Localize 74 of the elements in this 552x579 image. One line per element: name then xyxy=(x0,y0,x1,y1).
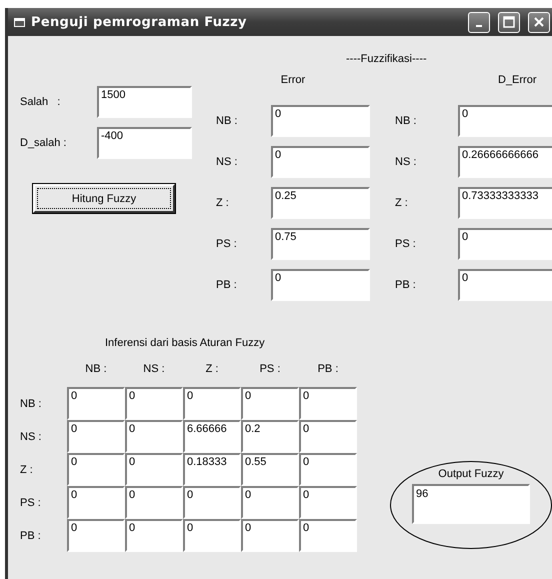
row-label: NS : xyxy=(216,156,238,168)
value-field[interactable]: 0 xyxy=(458,269,552,301)
rule-field[interactable]: 0 xyxy=(125,453,183,486)
rule-field[interactable]: 0 xyxy=(67,486,125,519)
rule-field[interactable]: 0 xyxy=(299,453,357,486)
rule-field[interactable]: 0.18333 xyxy=(183,453,241,486)
close-icon xyxy=(533,16,545,28)
value-field[interactable]: 0 xyxy=(458,228,552,260)
rule-field[interactable]: 0 xyxy=(125,387,183,420)
row-label: Z : xyxy=(216,197,230,209)
section-title: Inferensi dari basis Aturan Fuzzy xyxy=(104,337,266,349)
window-icon xyxy=(14,18,25,26)
row-label: PS : xyxy=(394,238,417,250)
output-label: Output Fuzzy xyxy=(438,468,504,480)
rule-field[interactable]: 0 xyxy=(299,387,357,420)
column-heading: NS : xyxy=(142,363,166,377)
value-field[interactable]: 0.25 xyxy=(271,187,370,219)
column-heading: Z : xyxy=(204,363,220,377)
value-field[interactable]: 0 xyxy=(271,146,370,178)
column-heading: Error xyxy=(280,74,306,86)
rule-field[interactable]: 0 xyxy=(125,420,183,453)
rule-field[interactable]: 0 xyxy=(183,519,241,552)
field-label: Salah : xyxy=(20,96,62,108)
row-label: PS : xyxy=(20,496,42,508)
field-label: D_salah : xyxy=(20,137,68,149)
value-field[interactable]: 0.26666666666 xyxy=(458,146,552,178)
row-label: NB : xyxy=(216,115,238,127)
column-heading: NB : xyxy=(84,363,108,377)
input-field[interactable]: -400 xyxy=(97,127,192,159)
value-field[interactable]: 0 xyxy=(271,269,370,301)
rule-field[interactable]: 6.66666 xyxy=(183,420,241,453)
rule-field[interactable]: 0 xyxy=(183,486,241,519)
rule-field[interactable]: 0 xyxy=(67,453,125,486)
row-label: NB : xyxy=(394,115,418,127)
row-label: Z : xyxy=(20,464,34,476)
value-field[interactable]: 0 xyxy=(458,105,552,137)
rule-field[interactable]: 0 xyxy=(67,519,125,552)
column-heading: D_Error xyxy=(497,74,538,86)
rule-field[interactable]: 0 xyxy=(125,486,183,519)
column-heading: PB : xyxy=(316,363,340,377)
value-field[interactable]: 0 xyxy=(271,105,370,137)
input-field[interactable]: 1500 xyxy=(97,86,192,118)
rule-field[interactable]: 0.2 xyxy=(241,420,299,453)
row-label: PS : xyxy=(216,238,238,250)
row-label: NB : xyxy=(20,398,42,410)
rule-field[interactable]: 0.55 xyxy=(241,453,299,486)
rule-field[interactable]: 0 xyxy=(183,387,241,420)
minimize-icon xyxy=(476,24,482,26)
maximize-button[interactable] xyxy=(498,12,520,32)
value-field[interactable]: 0.73333333333 xyxy=(458,187,552,219)
maximize-icon xyxy=(503,16,515,28)
rule-field[interactable]: 0 xyxy=(299,519,357,552)
rule-field[interactable]: 0 xyxy=(241,387,299,420)
calculate-button[interactable]: Hitung Fuzzy xyxy=(33,184,175,213)
rule-field[interactable]: 0 xyxy=(241,519,299,552)
row-label: NS : xyxy=(394,156,418,168)
rule-field[interactable]: 0 xyxy=(67,387,125,420)
row-label: Z : xyxy=(394,197,409,209)
minimize-button[interactable] xyxy=(468,12,490,32)
value-field[interactable]: 0.75 xyxy=(271,228,370,260)
window-title: Penguji pemrograman Fuzzy xyxy=(31,14,248,30)
close-button[interactable] xyxy=(528,12,550,32)
row-label: PB : xyxy=(20,530,42,542)
section-title: ----Fuzzifikasi---- xyxy=(345,53,428,65)
rule-field[interactable]: 0 xyxy=(241,486,299,519)
row-label: PB : xyxy=(394,279,417,291)
rule-field[interactable]: 0 xyxy=(125,519,183,552)
rule-field[interactable]: 0 xyxy=(299,420,357,453)
output-field[interactable]: 96 xyxy=(412,484,530,524)
column-heading: PS : xyxy=(258,363,282,377)
row-label: PB : xyxy=(216,279,238,291)
row-label: NS : xyxy=(20,430,42,442)
rule-field[interactable]: 0 xyxy=(67,420,125,453)
rule-field[interactable]: 0 xyxy=(299,486,357,519)
